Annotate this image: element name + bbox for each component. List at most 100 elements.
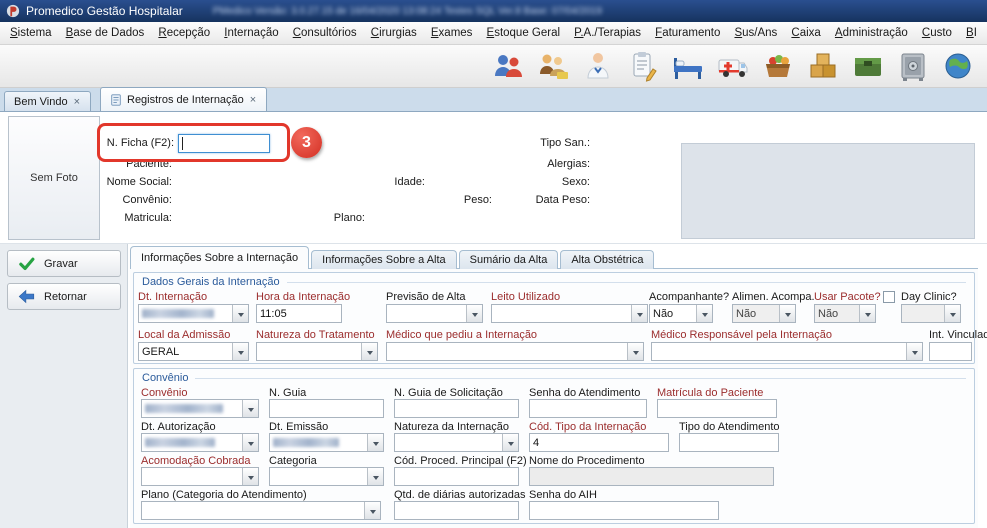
- cod-tipo-internacao-input[interactable]: [529, 433, 669, 452]
- menu-bi[interactable]: BI: [964, 24, 979, 42]
- gravar-label: Gravar: [44, 258, 78, 270]
- tab-bem-vindo[interactable]: Bem Vindo ×: [4, 91, 91, 111]
- usar-pacote-combo[interactable]: Não: [814, 304, 876, 323]
- menu-administracao[interactable]: Administração: [833, 24, 910, 42]
- categoria-combo[interactable]: [269, 467, 384, 486]
- tab-close-icon[interactable]: ×: [73, 96, 81, 108]
- dt-emissao-combo[interactable]: [269, 433, 384, 452]
- dt-autorizacao-combo[interactable]: [141, 433, 259, 452]
- n-guia-solicitacao-input[interactable]: [394, 399, 519, 418]
- menu-recepcao[interactable]: Recepção: [156, 24, 212, 42]
- form-icon: [110, 94, 122, 106]
- subtab-sumario-alta[interactable]: Sumário da Alta: [459, 250, 559, 269]
- medico-pediu-combo[interactable]: [386, 342, 644, 361]
- dropdown-arrow-icon[interactable]: [367, 468, 383, 485]
- subtab-informacoes-internacao[interactable]: Informações Sobre a Internação: [130, 246, 309, 269]
- dropdown-arrow-icon[interactable]: [627, 343, 643, 360]
- dt-internacao-combo[interactable]: [138, 304, 249, 323]
- dropdown-arrow-icon[interactable]: [232, 305, 248, 322]
- menu-sus-ans[interactable]: Sus/Ans: [732, 24, 779, 42]
- natureza-tratamento-combo[interactable]: [256, 342, 378, 361]
- ambulance-icon[interactable]: [716, 49, 750, 83]
- dropdown-arrow-icon[interactable]: [242, 400, 258, 417]
- previsao-alta-label: Previsão de Alta: [386, 291, 466, 303]
- patients-icon[interactable]: [491, 49, 525, 83]
- dropdown-arrow-icon[interactable]: [466, 305, 482, 322]
- safe-icon[interactable]: [896, 49, 930, 83]
- redacted-value: [145, 404, 223, 413]
- dropdown-arrow-icon[interactable]: [779, 305, 795, 322]
- hora-internacao-input[interactable]: [256, 304, 342, 323]
- dropdown-arrow-icon[interactable]: [242, 468, 258, 485]
- alimen-acompa-combo[interactable]: Não: [732, 304, 796, 323]
- convenio-combo[interactable]: [141, 399, 259, 418]
- menu-sistema[interactable]: Sistema: [8, 24, 54, 42]
- menu-internacao[interactable]: Internação: [222, 24, 280, 42]
- dropdown-arrow-icon[interactable]: [631, 305, 647, 322]
- hospital-bed-icon[interactable]: [671, 49, 705, 83]
- menu-base-de-dados[interactable]: Base de Dados: [64, 24, 147, 42]
- gravar-button[interactable]: Gravar: [7, 250, 121, 277]
- idade-label: Idade:: [350, 176, 425, 188]
- menu-estoque-geral[interactable]: Estoque Geral: [485, 24, 563, 42]
- dropdown-arrow-icon[interactable]: [242, 434, 258, 451]
- subtab-alta-obstetrica[interactable]: Alta Obstétrica: [560, 250, 654, 269]
- dropdown-arrow-icon[interactable]: [232, 343, 248, 360]
- tab-registros-internacao[interactable]: Registros de Internação ×: [100, 87, 267, 111]
- photo-placeholder-label: Sem Foto: [30, 172, 78, 184]
- dropdown-arrow-icon[interactable]: [502, 434, 518, 451]
- dropdown-arrow-icon[interactable]: [696, 305, 712, 322]
- market-icon[interactable]: [761, 49, 795, 83]
- map-icon[interactable]: [941, 49, 975, 83]
- reception-icon[interactable]: [536, 49, 570, 83]
- senha-atendimento-input[interactable]: [529, 399, 647, 418]
- matricula-paciente-input[interactable]: [657, 399, 777, 418]
- leito-combo[interactable]: [491, 304, 648, 323]
- tipo-atendimento-input[interactable]: [679, 433, 779, 452]
- plano-categoria-combo[interactable]: [141, 501, 381, 520]
- qtd-diarias-input[interactable]: [394, 501, 519, 520]
- senha-aih-input[interactable]: [529, 501, 719, 520]
- previsao-alta-value: [387, 305, 466, 322]
- window-version-info: PMedico Versão: 3.0.27.15 de 16/04/2020 …: [213, 6, 602, 17]
- acompanhante-combo[interactable]: Não: [649, 304, 713, 323]
- menu-cirurgias[interactable]: Cirurgias: [369, 24, 419, 42]
- int-vinculada-input[interactable]: [929, 342, 972, 361]
- day-clinic-combo[interactable]: [901, 304, 961, 323]
- menu-faturamento[interactable]: Faturamento: [653, 24, 722, 42]
- medico-pediu-label: Médico que pediu a Internação: [386, 329, 537, 341]
- subtab-informacoes-alta[interactable]: Informações Sobre a Alta: [311, 250, 457, 269]
- tab-close-icon[interactable]: ×: [249, 94, 257, 106]
- qtd-diarias-label: Qtd. de diárias autorizadas: [394, 489, 525, 501]
- alergias-label: Alergias:: [470, 158, 590, 170]
- stock-boxes-icon[interactable]: [806, 49, 840, 83]
- cod-proced-principal-input[interactable]: [394, 467, 519, 486]
- n-guia-input[interactable]: [269, 399, 384, 418]
- retornar-button[interactable]: Retornar: [7, 283, 121, 310]
- doctor-icon[interactable]: [581, 49, 615, 83]
- dropdown-arrow-icon[interactable]: [367, 434, 383, 451]
- dropdown-arrow-icon[interactable]: [364, 502, 380, 519]
- group-title: Dados Gerais da Internação: [142, 276, 280, 288]
- usar-pacote-checkbox[interactable]: [883, 291, 895, 303]
- menu-exames[interactable]: Exames: [429, 24, 475, 42]
- dropdown-arrow-icon[interactable]: [944, 305, 960, 322]
- acomodacao-cobrada-value: [142, 468, 242, 485]
- menu-pa-terapias[interactable]: P.A./Terapias: [572, 24, 643, 42]
- medico-responsavel-combo[interactable]: [651, 342, 923, 361]
- dropdown-arrow-icon[interactable]: [906, 343, 922, 360]
- supplies-icon[interactable]: [851, 49, 885, 83]
- acomodacao-cobrada-combo[interactable]: [141, 467, 259, 486]
- natureza-internacao-combo[interactable]: [394, 433, 519, 452]
- natureza-internacao-value: [395, 434, 502, 451]
- menu-custo[interactable]: Custo: [920, 24, 954, 42]
- prescription-icon[interactable]: [626, 49, 660, 83]
- local-admissao-combo[interactable]: GERAL: [138, 342, 249, 361]
- dropdown-arrow-icon[interactable]: [859, 305, 875, 322]
- previsao-alta-combo[interactable]: [386, 304, 483, 323]
- alimen-acompa-label: Alimen. Acompa.: [732, 291, 815, 303]
- plano-categoria-label: Plano (Categoria do Atendimento): [141, 489, 307, 501]
- menu-caixa[interactable]: Caixa: [789, 24, 822, 42]
- menu-consultorios[interactable]: Consultórios: [291, 24, 359, 42]
- dropdown-arrow-icon[interactable]: [361, 343, 377, 360]
